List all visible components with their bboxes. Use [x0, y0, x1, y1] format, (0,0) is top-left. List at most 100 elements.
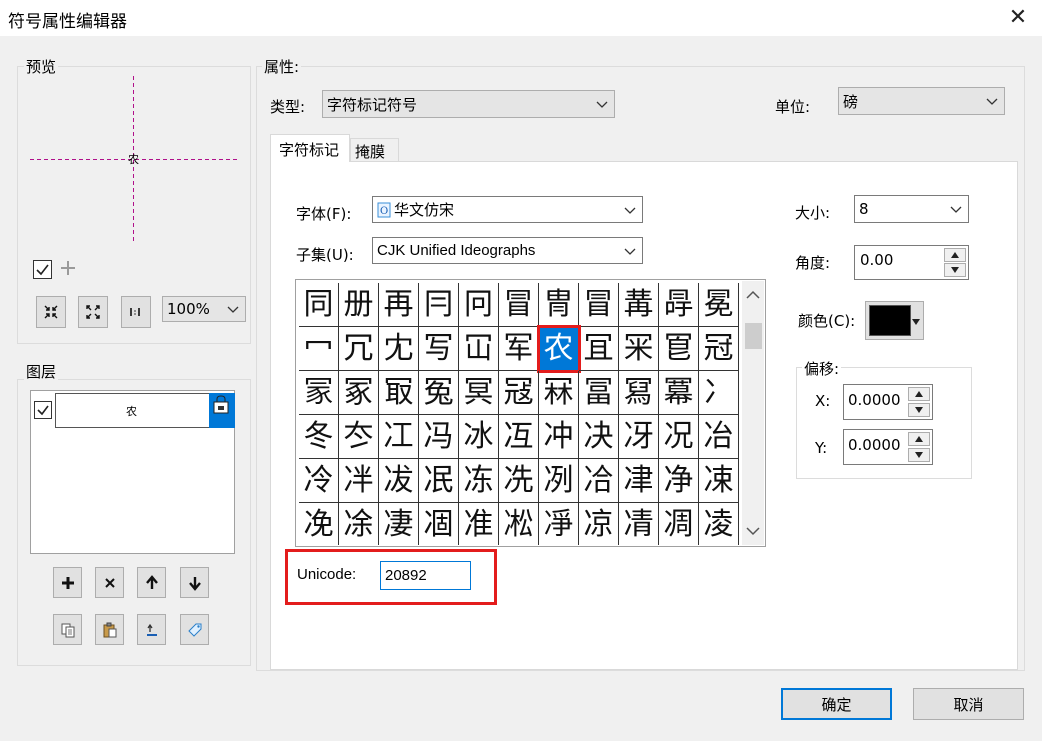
char-cell[interactable]: 冻 — [459, 459, 499, 503]
char-cell[interactable]: 冗 — [339, 327, 379, 371]
char-cell[interactable]: 冘 — [379, 327, 419, 371]
char-cell[interactable]: 凄 — [379, 503, 419, 545]
char-cell[interactable]: 冥 — [459, 371, 499, 415]
char-cell[interactable]: 冒 — [499, 283, 539, 327]
char-cell[interactable]: 凌 — [699, 503, 739, 545]
offset-x-up-button[interactable] — [908, 387, 930, 401]
draw-checkbox[interactable] — [33, 260, 52, 279]
char-cell[interactable]: 准 — [459, 503, 499, 545]
char-cell[interactable]: 冸 — [339, 459, 379, 503]
char-cell[interactable]: 冪 — [659, 371, 699, 415]
size-select[interactable]: 8 — [854, 195, 969, 223]
char-cell[interactable]: 同 — [299, 283, 339, 327]
char-cell[interactable]: 冲 — [539, 415, 579, 459]
char-cell[interactable]: 冦 — [499, 371, 539, 415]
zoom-in-button[interactable] — [36, 296, 66, 328]
move-layer-up-button[interactable] — [137, 567, 166, 598]
actual-size-button[interactable] — [121, 296, 151, 328]
subset-select[interactable]: CJK Unified Ideographs — [372, 237, 643, 264]
copy-layer-button[interactable] — [53, 614, 82, 645]
char-cell[interactable]: 册 — [339, 283, 379, 327]
char-cell[interactable]: 冓 — [619, 283, 659, 327]
char-cell[interactable]: 冒 — [579, 283, 619, 327]
tab-character-marker[interactable]: 字符标记 — [270, 134, 350, 162]
char-cell[interactable]: 冼 — [499, 459, 539, 503]
char-cell[interactable]: 凂 — [299, 503, 339, 545]
char-cell[interactable]: 冧 — [539, 371, 579, 415]
char-cell[interactable]: 冶 — [699, 415, 739, 459]
char-cell[interactable]: 况 — [659, 415, 699, 459]
add-icon[interactable] — [58, 258, 78, 278]
char-cell[interactable]: 再 — [379, 283, 419, 327]
color-picker-button[interactable] — [865, 301, 924, 340]
char-cell[interactable]: 冫 — [699, 371, 739, 415]
layer-lock-button[interactable] — [209, 393, 235, 428]
char-cell[interactable]: 凁 — [699, 459, 739, 503]
offset-x-spinbox[interactable]: 0.0000 — [843, 384, 933, 420]
unit-select[interactable]: 磅 — [838, 87, 1005, 115]
char-cell[interactable]: 凉 — [579, 503, 619, 545]
char-cell[interactable]: 冭 — [339, 415, 379, 459]
angle-down-button[interactable] — [944, 263, 966, 277]
char-cell[interactable]: 冚 — [459, 327, 499, 371]
char-cell[interactable]: 冷 — [299, 459, 339, 503]
char-cell[interactable]: 冹 — [379, 459, 419, 503]
char-cell[interactable]: 冴 — [619, 415, 659, 459]
angle-up-button[interactable] — [944, 248, 966, 262]
char-cell[interactable]: 冠 — [699, 327, 739, 371]
char-cell[interactable]: 冡 — [299, 371, 339, 415]
char-cell[interactable]: 冿 — [619, 459, 659, 503]
layer-checkbox[interactable] — [34, 401, 52, 419]
char-cell[interactable]: 冞 — [619, 327, 659, 371]
tag-layer-button[interactable] — [180, 614, 209, 645]
ok-button[interactable]: 确定 — [781, 688, 892, 720]
zoom-select[interactable]: 100% — [162, 296, 246, 322]
unicode-input[interactable] — [380, 561, 471, 590]
char-cell[interactable]: 凇 — [499, 503, 539, 545]
char-cell[interactable]: 冾 — [579, 459, 619, 503]
chevron-down-icon[interactable] — [742, 521, 764, 541]
char-cell[interactable]: 冨 — [579, 371, 619, 415]
zoom-out-button[interactable] — [78, 296, 108, 328]
offset-y-spinbox[interactable]: 0.0000 — [843, 429, 933, 465]
char-cell[interactable]: 冤 — [419, 371, 459, 415]
char-cell[interactable]: 冺 — [419, 459, 459, 503]
char-cell[interactable]: 冝 — [579, 327, 619, 371]
char-cell[interactable]: 冋 — [459, 283, 499, 327]
char-cell[interactable]: 写 — [419, 327, 459, 371]
font-select[interactable]: O 华文仿宋 — [372, 196, 643, 223]
char-cell[interactable]: 冯 — [419, 415, 459, 459]
char-cell[interactable]: 冮 — [379, 415, 419, 459]
char-cell[interactable]: 凋 — [659, 503, 699, 545]
character-map-scrollbar[interactable] — [742, 281, 764, 545]
char-cell[interactable]: 冑 — [539, 283, 579, 327]
char-cell[interactable]: 凃 — [339, 503, 379, 545]
close-icon[interactable]: ✕ — [1004, 4, 1032, 32]
char-cell[interactable]: 冣 — [379, 371, 419, 415]
char-cell[interactable]: 冖 — [299, 327, 339, 371]
reset-layer-button[interactable] — [137, 614, 166, 645]
char-cell[interactable]: 冟 — [659, 327, 699, 371]
paste-layer-button[interactable] — [95, 614, 124, 645]
add-layer-button[interactable] — [53, 567, 82, 598]
move-layer-down-button[interactable] — [180, 567, 209, 598]
scrollbar-thumb[interactable] — [745, 323, 762, 349]
char-cell[interactable]: 决 — [579, 415, 619, 459]
offset-y-down-button[interactable] — [908, 448, 930, 462]
cancel-button[interactable]: 取消 — [913, 688, 1024, 720]
char-cell[interactable]: 冕 — [699, 283, 739, 327]
char-cell[interactable]: 凊 — [619, 503, 659, 545]
offset-x-down-button[interactable] — [908, 403, 930, 417]
layer-item[interactable]: 农 — [55, 393, 210, 428]
char-cell[interactable]: 冢 — [339, 371, 379, 415]
offset-y-up-button[interactable] — [908, 432, 930, 446]
char-cell[interactable]: 凅 — [419, 503, 459, 545]
char-cell[interactable]: 净 — [659, 459, 699, 503]
char-cell[interactable]: 冱 — [499, 415, 539, 459]
char-cell[interactable]: 冰 — [459, 415, 499, 459]
type-select[interactable]: 字符标记符号 — [322, 90, 615, 118]
char-cell[interactable]: 冬 — [299, 415, 339, 459]
selected-char-cell[interactable]: 农 — [537, 325, 581, 373]
char-cell[interactable]: 冃 — [419, 283, 459, 327]
char-cell[interactable]: 冽 — [539, 459, 579, 503]
